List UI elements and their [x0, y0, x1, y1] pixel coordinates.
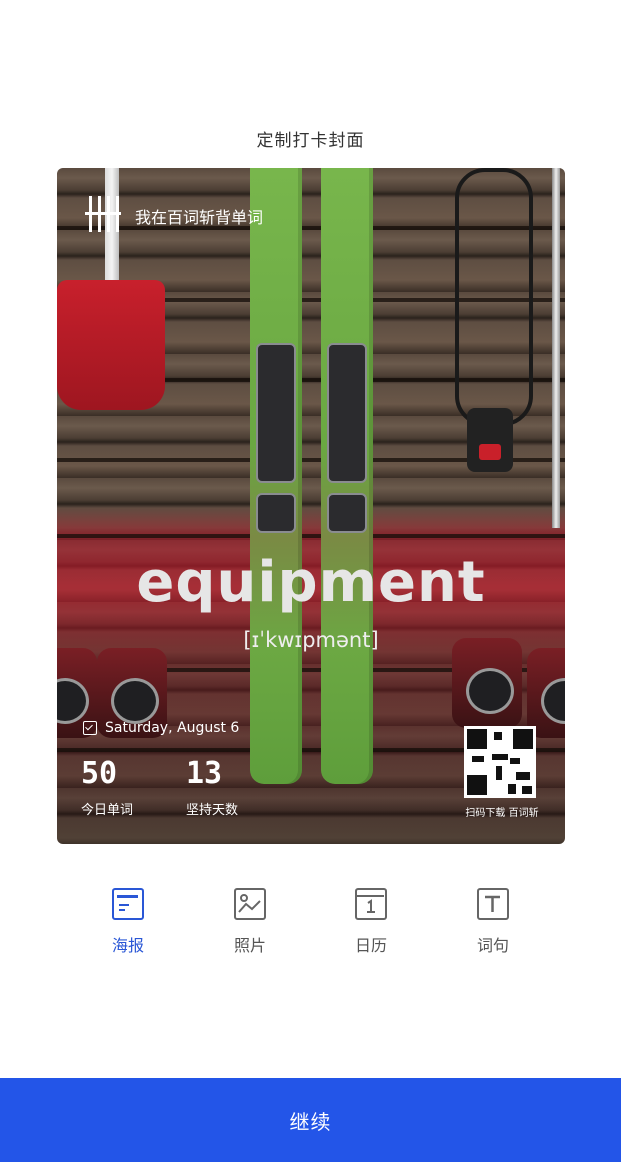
poster-icon	[112, 888, 144, 920]
shovel-blade	[57, 280, 165, 410]
date-row: Saturday, August 6	[83, 720, 239, 736]
ski-boot	[527, 648, 565, 738]
date-text: Saturday, August 6	[105, 720, 240, 736]
qr-caption: 扫码下载 百词斩	[465, 808, 539, 819]
qr-code-icon	[464, 726, 536, 798]
tab-poster[interactable]: 海报	[78, 886, 178, 956]
tab-photo[interactable]: 照片	[200, 886, 300, 956]
pole-strap	[455, 168, 533, 426]
word-title: equipment	[136, 550, 486, 615]
word-phonetic: [ɪˈkwɪpmənt]	[243, 628, 379, 652]
brand-logo-icon	[85, 196, 121, 232]
checkbox-icon	[83, 721, 97, 735]
ski-binding	[256, 493, 296, 533]
photo-icon	[234, 888, 266, 920]
stat-label: 坚持天数	[186, 803, 239, 818]
tab-label: 日历	[354, 936, 387, 955]
plank-gap	[57, 534, 565, 538]
tab-label: 照片	[233, 936, 266, 955]
stat-streak-days: 13 坚持天数	[186, 756, 238, 818]
tab-text[interactable]: 词句	[443, 886, 543, 956]
tab-calendar[interactable]: 日历	[321, 886, 421, 956]
tab-label: 海报	[111, 936, 144, 955]
continue-button[interactable]: 继续	[0, 1078, 621, 1162]
brand-text: 我在百词斩背单词	[135, 208, 264, 227]
ski-binding	[327, 493, 367, 533]
ski-binding	[256, 343, 296, 483]
stat-label: 今日单词	[81, 803, 134, 818]
ski-right	[321, 168, 373, 784]
ski-pole	[552, 168, 560, 528]
text-icon	[477, 888, 509, 920]
cover-type-tabs: 海报 照片 日历 词句	[0, 886, 621, 966]
cover-poster: 我在百词斩背单词 equipment [ɪˈkwɪpmənt] Saturday…	[57, 168, 565, 844]
ski-left	[250, 168, 302, 784]
calendar-icon	[355, 888, 387, 920]
stat-value: 13	[186, 756, 223, 791]
stat-value: 50	[81, 756, 118, 791]
stat-today-words: 50 今日单词	[81, 756, 133, 818]
page-title: 定制打卡封面	[256, 131, 365, 151]
ski-binding	[327, 343, 367, 483]
tab-label: 词句	[476, 936, 509, 955]
avalanche-beacon	[467, 408, 513, 472]
